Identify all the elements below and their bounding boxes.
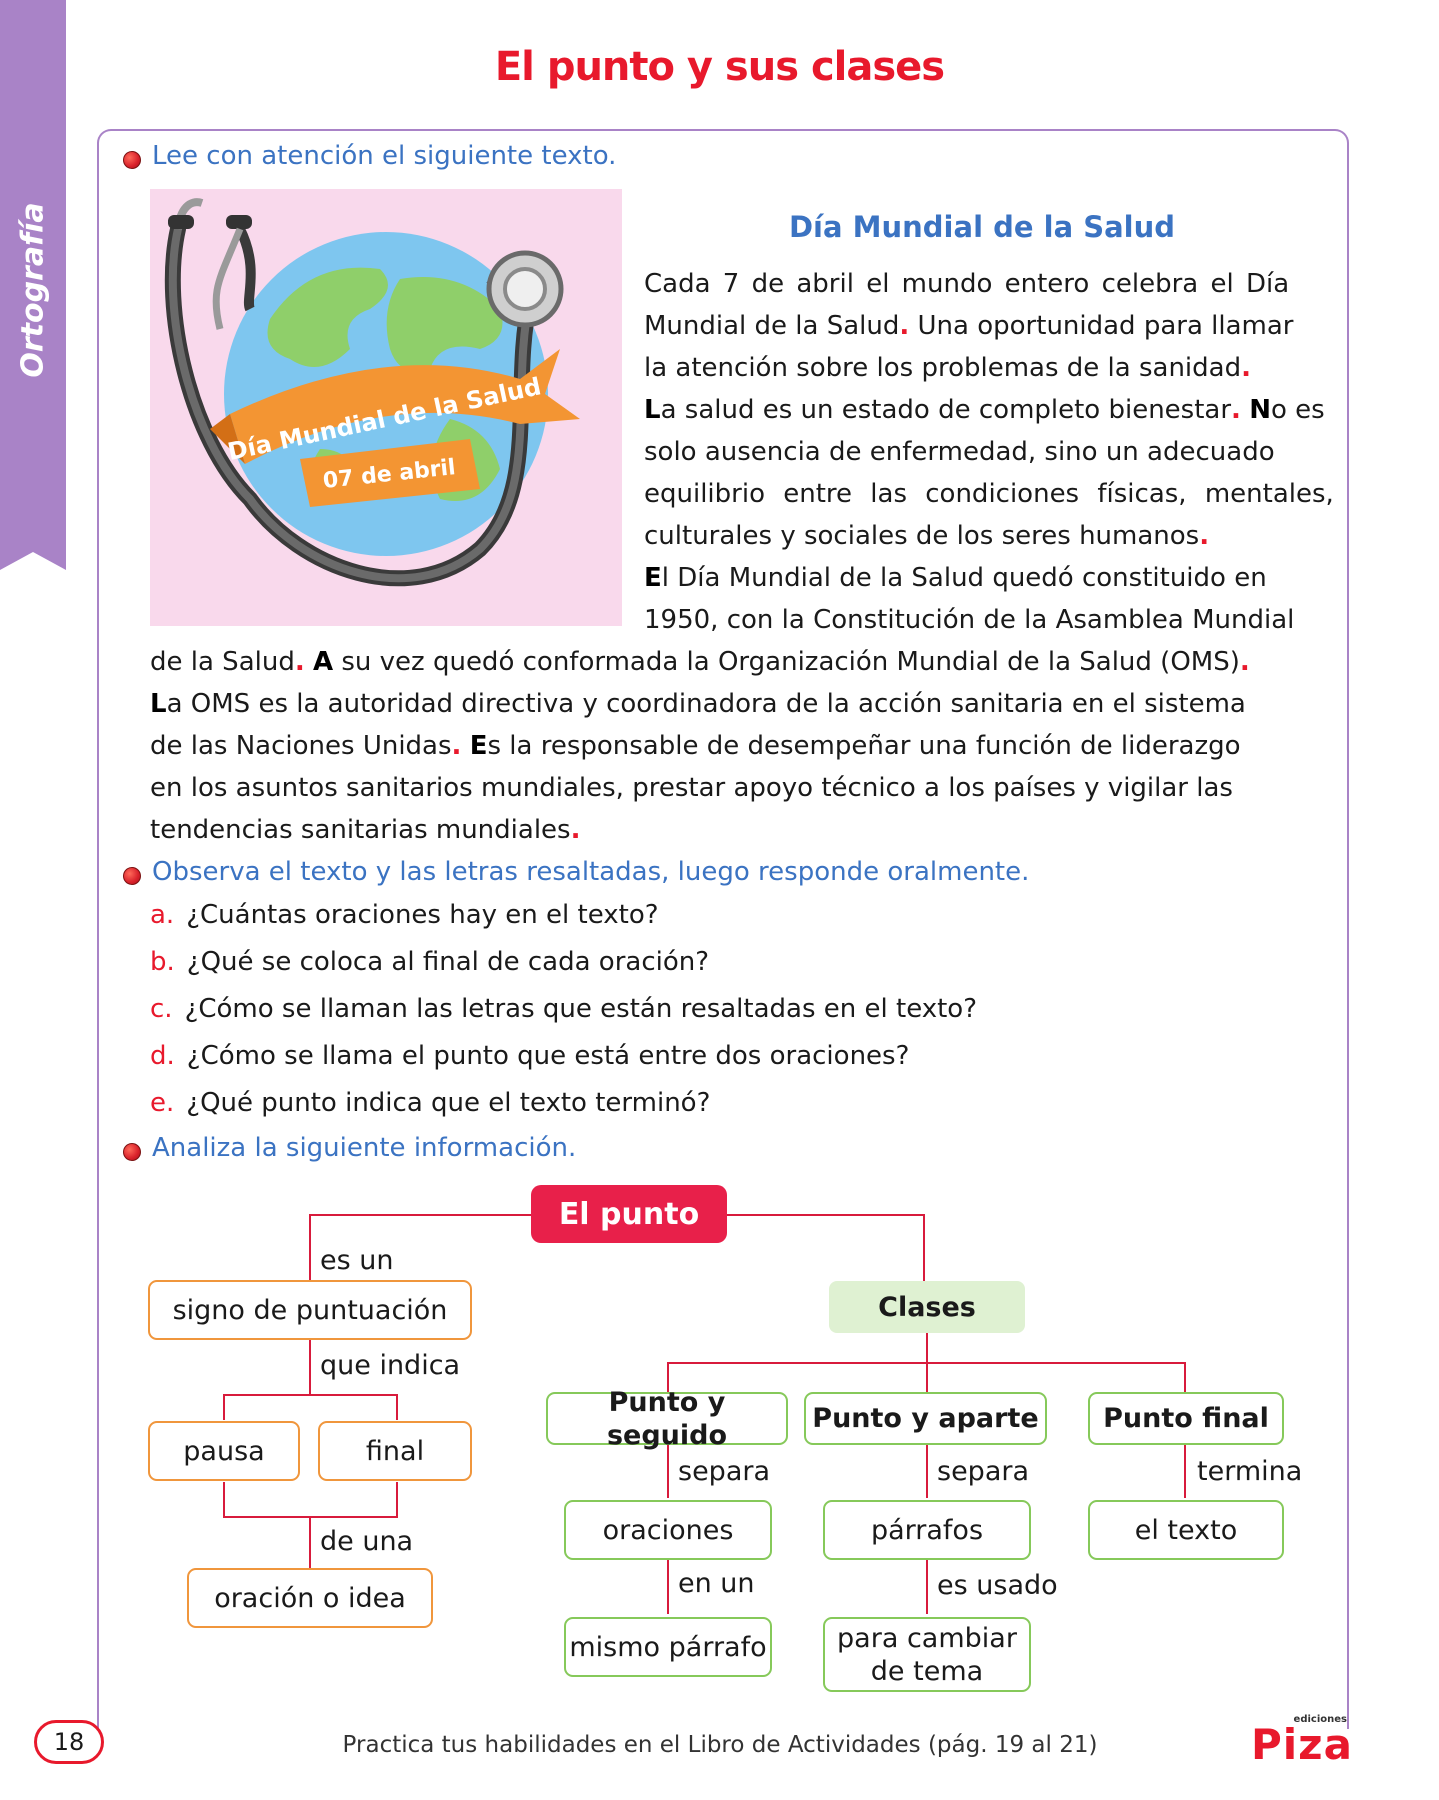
- connector-separa: separa: [937, 1456, 1030, 1487]
- connector-que-indica: que indica: [320, 1350, 461, 1381]
- map-root-el-punto: El punto: [531, 1185, 727, 1243]
- page-number: 18: [34, 1720, 104, 1764]
- node-parrafos: párrafos: [823, 1500, 1031, 1560]
- node-pausa: pausa: [148, 1421, 300, 1481]
- node-punto-seguido: Punto y seguido: [546, 1387, 788, 1451]
- node-signo-puntuacion: signo de puntuación: [148, 1280, 472, 1340]
- node-oraciones: oraciones: [564, 1500, 772, 1560]
- publisher-logo: ediciones Piza: [1251, 1714, 1353, 1769]
- connector-es-un: es un: [320, 1245, 394, 1276]
- node-el-texto: el texto: [1088, 1500, 1284, 1560]
- node-cambiar-tema: para cambiar de tema: [823, 1617, 1031, 1692]
- footer-text: Practica tus habilidades en el Libro de …: [342, 1732, 1098, 1758]
- node-clases: Clases: [829, 1281, 1025, 1333]
- connector-en-un: en un: [678, 1568, 755, 1599]
- connector-de-una: de una: [320, 1526, 414, 1557]
- node-punto-final: Punto final: [1088, 1392, 1284, 1445]
- connector-es-usado: es usado: [937, 1570, 1058, 1601]
- connector-separa: separa: [678, 1456, 771, 1487]
- node-final: final: [318, 1421, 472, 1481]
- connector-termina: termina: [1197, 1456, 1303, 1487]
- node-mismo-parrafo: mismo párrafo: [564, 1617, 772, 1677]
- node-punto-aparte: Punto y aparte: [804, 1392, 1047, 1445]
- node-oracion-idea: oración o idea: [187, 1568, 433, 1628]
